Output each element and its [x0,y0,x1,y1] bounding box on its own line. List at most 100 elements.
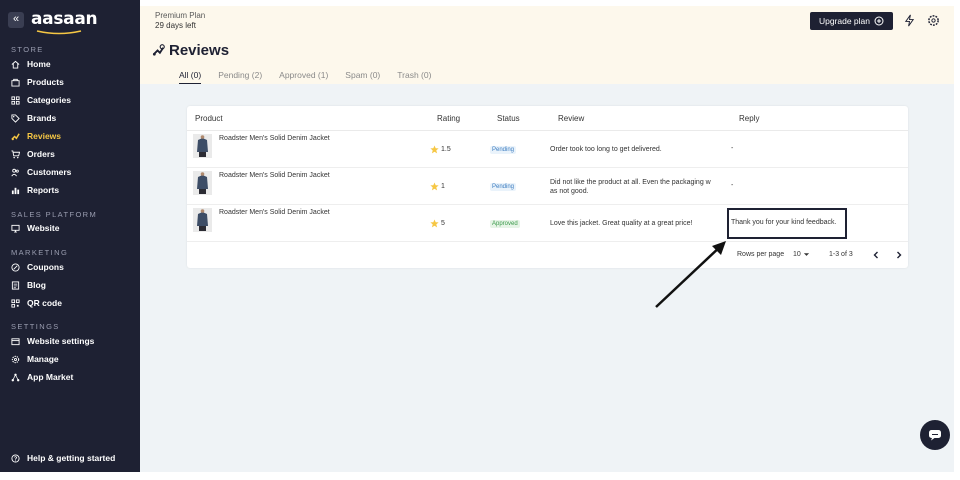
chevron-left-icon[interactable] [872,251,880,259]
star-icon [430,219,439,228]
sidebar-item-label: Orders [27,149,55,159]
sidebar-item-home[interactable]: Home [11,57,136,71]
sidebar-item-reviews[interactable]: Reviews [11,129,136,143]
sidebar-item-label: Help & getting started [27,453,116,463]
sidebar-item-manage[interactable]: Manage [11,352,136,366]
section-label-settings: SETTINGS [11,322,60,331]
top-bar: Premium Plan 29 days left Reviews All (0… [140,6,954,85]
sidebar-item-app-market[interactable]: App Market [11,370,136,384]
column-header-reply: Reply [739,114,760,123]
rating: 1 [430,182,445,191]
rating-value: 5 [441,220,445,227]
main-content: Product Rating Status Review Reply Roads… [140,84,954,472]
star-icon [430,182,439,191]
table-row[interactable]: Roadster Men's Solid Denim Jacket 1 Pend… [187,168,908,205]
reviews-table: Product Rating Status Review Reply Roads… [187,106,908,268]
status-badge: Pending [490,146,517,154]
sidebar-item-label: Website settings [27,336,95,346]
review-line: Order took too long to get delivered. [550,146,662,153]
sidebar-item-qr-code[interactable]: QR code [11,296,136,310]
sidebar-item-label: QR code [27,298,62,308]
upgrade-plan-label: Upgrade plan [818,16,871,26]
column-header-rating: Rating [437,114,461,123]
sidebar-item-label: Products [27,77,64,87]
section-label-marketing: MARKETING [11,248,69,257]
reviews-icon [152,44,165,56]
store-settings-icon [11,337,20,345]
reply-text: - [731,182,734,189]
tab-all[interactable]: All (0) [179,70,202,85]
review-text: Did not like the product at all. Even th… [550,178,730,196]
rows-per-page-select[interactable]: 10 [793,251,810,258]
reviews-icon [11,132,20,140]
products-icon [11,78,20,87]
sidebar-item-label: Website [27,223,60,233]
page-title: Reviews [152,42,229,59]
product-name[interactable]: Roadster Men's Solid Denim Jacket [219,135,330,142]
column-header-status: Status [497,114,520,123]
upgrade-plan-button[interactable]: Upgrade plan [810,12,893,30]
tab-trash[interactable]: Trash (0) [397,70,431,85]
table-row[interactable]: Roadster Men's Solid Denim Jacket 1.5 Pe… [187,131,908,168]
status-badge: Pending [490,183,517,191]
review-line: Did not like the product at all. Even th… [550,179,711,186]
sidebar-item-label: Coupons [27,262,64,272]
column-header-review: Review [558,114,585,123]
document-icon [11,280,20,290]
column-header-product: Product [195,114,223,123]
app-logo[interactable]: aasaan [31,9,98,29]
sidebar-item-label: Blog [27,280,46,290]
rating: 5 [430,219,445,228]
sidebar-item-label: App Market [27,372,74,382]
logo-smile-icon [36,30,82,35]
collapse-sidebar-button[interactable]: « [8,12,24,28]
sidebar-item-website-settings[interactable]: Website settings [11,334,136,348]
section-label-sales-platform: SALES PLATFORM [11,210,98,219]
sidebar-item-label: Brands [27,113,57,123]
sidebar-item-label: Home [27,59,51,69]
sidebar-item-categories[interactable]: Categories [11,93,136,107]
tab-spam[interactable]: Spam (0) [345,70,380,85]
sidebar-item-website[interactable]: Website [11,221,136,235]
product-thumbnail [193,134,212,158]
sidebar-item-products[interactable]: Products [11,75,136,89]
product-name[interactable]: Roadster Men's Solid Denim Jacket [219,172,330,179]
product-name[interactable]: Roadster Men's Solid Denim Jacket [219,209,330,216]
lightning-icon[interactable] [903,14,916,27]
tab-approved[interactable]: Approved (1) [279,70,328,85]
chevron-right-icon[interactable] [895,251,903,259]
product-thumbnail [193,208,212,232]
chat-widget-button[interactable] [920,420,950,450]
section-label-store: STORE [11,45,44,54]
review-text: Love this jacket. Great quality at a gre… [550,219,730,228]
rating-value: 1 [441,183,445,190]
sidebar-item-reports[interactable]: Reports [11,183,136,197]
sidebar-item-blog[interactable]: Blog [11,278,136,292]
rows-per-page-value: 10 [793,251,801,258]
cart-icon [11,149,20,158]
categories-icon [11,95,20,105]
sidebar-item-customers[interactable]: Customers [11,165,136,179]
gear-icon[interactable] [927,14,940,27]
tab-pending[interactable]: Pending (2) [218,70,262,85]
sidebar-item-help[interactable]: Help & getting started [11,451,136,465]
rating: 1.5 [430,145,451,154]
reply-highlight-box [727,208,847,239]
review-line: as not good. [550,188,589,195]
tag-icon [11,113,20,123]
review-tabs: All (0) Pending (2) Approved (1) Spam (0… [179,70,431,85]
sidebar-item-brands[interactable]: Brands [11,111,136,125]
star-icon [430,145,439,154]
users-icon [11,168,19,176]
home-icon [11,60,20,69]
coupon-icon [11,262,20,272]
plan-name: Premium Plan [155,11,206,20]
sidebar-item-coupons[interactable]: Coupons [11,260,136,274]
sidebar-item-label: Categories [27,95,71,105]
review-line: Love this jacket. Great quality at a gre… [550,220,693,227]
plus-circle-icon [874,16,884,26]
app-market-icon [11,373,20,381]
rows-per-page-label: Rows per page [737,251,785,258]
sidebar-item-label: Manage [27,354,59,364]
sidebar-item-orders[interactable]: Orders [11,147,136,161]
